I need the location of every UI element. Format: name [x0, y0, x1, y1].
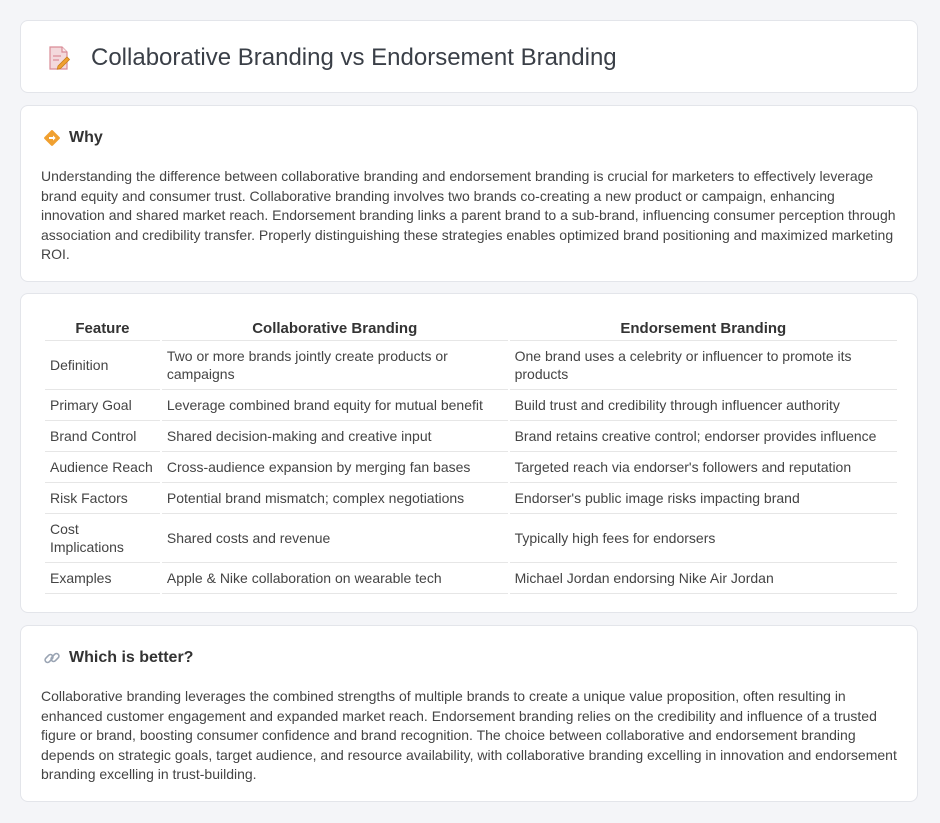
why-heading: Why: [43, 128, 103, 148]
feature-cell: Primary Goal: [45, 390, 160, 421]
comparison-table-card: Feature Collaborative Branding Endorseme…: [20, 293, 918, 613]
header-endorsement: Endorsement Branding: [509, 316, 897, 341]
table-row: Cost Implications Shared costs and reven…: [45, 514, 897, 563]
why-title: Why: [69, 129, 103, 146]
better-text: Collaborative branding leverages the com…: [41, 688, 897, 782]
header-card: Collaborative Branding vs Endorsement Br…: [20, 20, 918, 93]
collaborative-cell: Potential brand mismatch; complex negoti…: [161, 483, 508, 514]
document-edit-icon: [47, 44, 71, 72]
feature-cell: Definition: [45, 341, 160, 390]
link-icon: [43, 649, 61, 667]
collaborative-cell: Leverage combined brand equity for mutua…: [161, 390, 508, 421]
header-collaborative: Collaborative Branding: [161, 316, 508, 341]
feature-cell: Cost Implications: [45, 514, 160, 563]
why-section: Why Understanding the difference between…: [20, 105, 918, 282]
feature-cell: Brand Control: [45, 421, 160, 452]
collaborative-cell: Apple & Nike collaboration on wearable t…: [161, 563, 508, 594]
endorsement-cell: Endorser's public image risks impacting …: [509, 483, 897, 514]
table-row: Definition Two or more brands jointly cr…: [45, 341, 897, 390]
feature-cell: Risk Factors: [45, 483, 160, 514]
title-row: Collaborative Branding vs Endorsement Br…: [47, 43, 617, 73]
table-header-row: Feature Collaborative Branding Endorseme…: [45, 316, 897, 341]
endorsement-cell: Build trust and credibility through infl…: [509, 390, 897, 421]
better-heading: Which is better?: [43, 648, 193, 668]
endorsement-cell: Brand retains creative control; endorser…: [509, 421, 897, 452]
table-row: Primary Goal Leverage combined brand equ…: [45, 390, 897, 421]
table-row: Brand Control Shared decision-making and…: [45, 421, 897, 452]
collaborative-cell: Shared costs and revenue: [161, 514, 508, 563]
table-row: Audience Reach Cross-audience expansion …: [45, 452, 897, 483]
page-title: Collaborative Branding vs Endorsement Br…: [91, 44, 617, 71]
endorsement-cell: Michael Jordan endorsing Nike Air Jordan: [509, 563, 897, 594]
endorsement-cell: Typically high fees for endorsers: [509, 514, 897, 563]
endorsement-cell: Targeted reach via endorser's followers …: [509, 452, 897, 483]
which-is-better-section: Which is better? Collaborative branding …: [20, 625, 918, 802]
feature-cell: Examples: [45, 563, 160, 594]
diamond-arrow-icon: [43, 129, 61, 147]
feature-cell: Audience Reach: [45, 452, 160, 483]
collaborative-cell: Cross-audience expansion by merging fan …: [161, 452, 508, 483]
collaborative-cell: Shared decision-making and creative inpu…: [161, 421, 508, 452]
collaborative-cell: Two or more brands jointly create produc…: [161, 341, 508, 390]
endorsement-cell: One brand uses a celebrity or influencer…: [509, 341, 897, 390]
better-title: Which is better?: [69, 649, 194, 666]
table-row: Risk Factors Potential brand mismatch; c…: [45, 483, 897, 514]
why-text: Understanding the difference between col…: [41, 168, 896, 262]
header-feature: Feature: [45, 316, 160, 341]
table-row: Examples Apple & Nike collaboration on w…: [45, 563, 897, 594]
comparison-table: Feature Collaborative Branding Endorseme…: [43, 316, 899, 594]
